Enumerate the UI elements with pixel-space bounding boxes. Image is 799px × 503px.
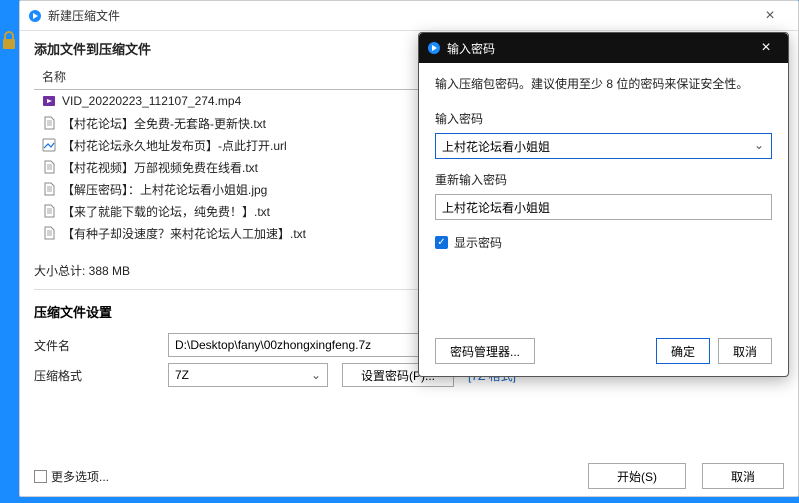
file-type-icon xyxy=(42,116,56,130)
modal-titlebar: 输入密码 × xyxy=(419,33,788,63)
window-close-button[interactable]: × xyxy=(750,7,790,25)
format-label: 压缩格式 xyxy=(34,367,168,384)
file-type-icon xyxy=(42,160,56,174)
password-confirm-input[interactable] xyxy=(435,194,772,220)
window-title: 新建压缩文件 xyxy=(48,7,750,24)
checkbox-icon xyxy=(34,470,47,483)
password-input[interactable] xyxy=(435,133,772,159)
file-type-icon xyxy=(42,138,56,152)
modal-app-icon xyxy=(427,41,441,55)
password-confirm-label: 重新输入密码 xyxy=(435,171,772,188)
modal-close-button[interactable]: × xyxy=(752,39,780,57)
password-modal: 输入密码 × 输入压缩包密码。建议使用至少 8 位的密码来保证安全性。 输入密码… xyxy=(418,32,789,377)
checkmark-icon: ✓ xyxy=(435,236,448,249)
more-options-checkbox[interactable]: 更多选项... xyxy=(34,468,109,485)
file-type-icon xyxy=(42,204,56,218)
filename-label: 文件名 xyxy=(34,337,168,354)
titlebar: 新建压缩文件 × xyxy=(20,1,798,31)
file-type-icon xyxy=(42,182,56,196)
app-icon xyxy=(28,9,42,23)
lock-icon xyxy=(0,30,18,52)
more-options-label: 更多选项... xyxy=(51,468,109,485)
show-password-label: 显示密码 xyxy=(454,234,502,251)
password-manager-button[interactable]: 密码管理器... xyxy=(435,338,535,364)
cancel-button[interactable]: 取消 xyxy=(702,463,784,489)
password-label: 输入密码 xyxy=(435,110,772,127)
footer: 更多选项... 开始(S) 取消 xyxy=(34,463,784,489)
modal-cancel-button[interactable]: 取消 xyxy=(718,338,772,364)
show-password-checkbox[interactable]: ✓ 显示密码 xyxy=(435,234,772,251)
modal-ok-button[interactable]: 确定 xyxy=(656,338,710,364)
file-type-icon xyxy=(42,94,56,108)
modal-title: 输入密码 xyxy=(447,40,752,57)
start-button[interactable]: 开始(S) xyxy=(588,463,686,489)
file-type-icon xyxy=(42,226,56,240)
format-combo[interactable]: 7Z xyxy=(168,363,328,387)
modal-hint: 输入压缩包密码。建议使用至少 8 位的密码来保证安全性。 xyxy=(435,75,772,92)
